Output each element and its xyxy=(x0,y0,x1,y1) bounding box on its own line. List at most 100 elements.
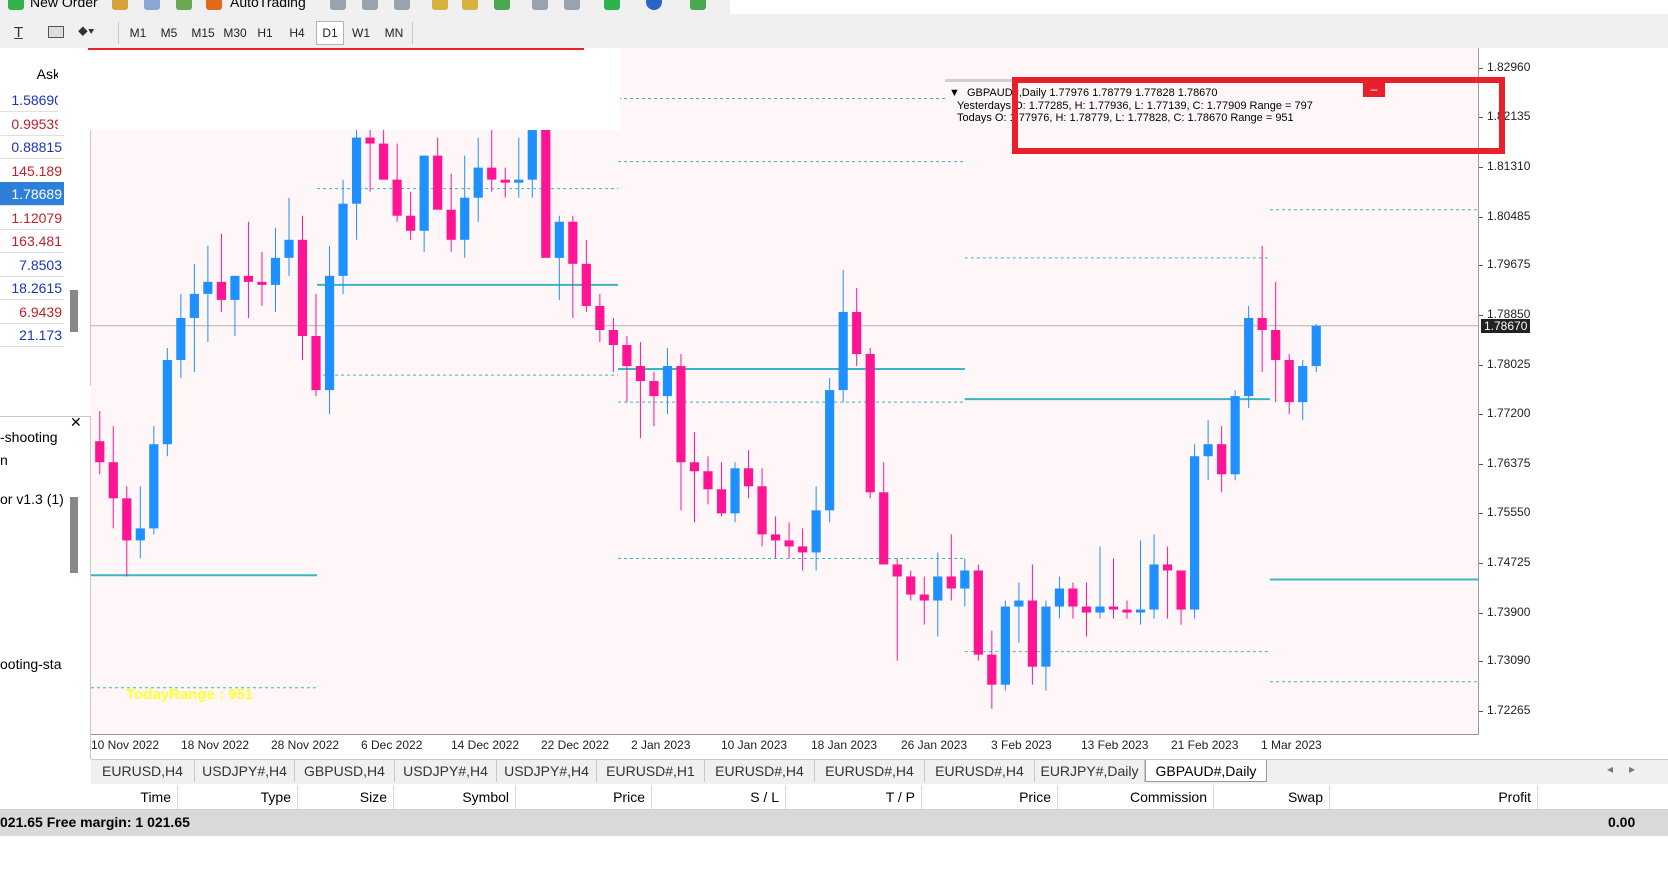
candle-body xyxy=(135,528,145,541)
collapse-arrow-icon[interactable]: ▼ xyxy=(949,87,960,99)
candle-body xyxy=(1095,606,1105,613)
chart-tab[interactable]: EURUSD#,H4 xyxy=(815,760,925,782)
navigator-item[interactable]: -shooting xyxy=(0,429,58,445)
terminal-column-t-p[interactable]: T / P xyxy=(786,785,922,809)
chart-tab[interactable]: EURUSD#,H1 xyxy=(597,760,705,782)
line-chart-icon[interactable] xyxy=(394,0,410,10)
chart-tab[interactable]: EURUSD,H4 xyxy=(91,760,195,782)
time-tick-label: 13 Feb 2023 xyxy=(1081,738,1149,752)
terminal-column-price[interactable]: Price xyxy=(922,785,1058,809)
text-tool-icon[interactable]: T̲ xyxy=(14,24,23,41)
market-watch-scrollbar[interactable] xyxy=(70,290,78,332)
autoscroll-icon[interactable] xyxy=(564,0,580,10)
chart-tab[interactable]: USDJPY#,H4 xyxy=(195,760,295,782)
candle-body xyxy=(716,489,727,514)
price-tick-mark xyxy=(1479,364,1483,366)
terminal-column-symbol[interactable]: Symbol xyxy=(394,785,516,809)
new-order-button[interactable]: New Order xyxy=(30,0,98,10)
candle-body xyxy=(987,654,997,685)
market-watch-row[interactable]: 1.58690 xyxy=(0,88,64,112)
terminal-column-price[interactable]: Price xyxy=(516,785,652,809)
price-tick-mark xyxy=(1479,414,1483,416)
market-watch-row[interactable]: 21.173 xyxy=(0,323,64,347)
zoom-out-icon[interactable] xyxy=(462,0,478,10)
terminal-column-commission[interactable]: Commission xyxy=(1058,785,1214,809)
bar-chart-icon[interactable] xyxy=(330,0,346,10)
candle-body xyxy=(257,281,267,285)
time-tick-label: 22 Dec 2022 xyxy=(541,738,610,752)
timeframe-button-m30[interactable]: M30 xyxy=(220,22,250,44)
market-watch-row[interactable]: 163.481 xyxy=(0,229,64,253)
candle-body xyxy=(419,155,429,231)
timeframe-button-m1[interactable]: M1 xyxy=(126,22,150,44)
timeframe-button-m15[interactable]: M15 xyxy=(188,22,218,44)
label-tool-icon[interactable] xyxy=(48,26,64,38)
market-watch-row[interactable]: 145.189 xyxy=(0,159,64,183)
navigator-item[interactable]: or v1.3 (1) xyxy=(0,491,64,507)
terminal-column-type[interactable]: Type xyxy=(178,785,298,809)
close-icon[interactable]: ✕ xyxy=(70,414,82,431)
timeframe-button-m5[interactable]: M5 xyxy=(156,22,182,44)
ask-column-header[interactable]: Ask xyxy=(0,62,62,86)
chart-tab[interactable]: GBPAUD#,Daily xyxy=(1145,760,1267,782)
chart-tab[interactable]: USDJPY#,H4 xyxy=(497,760,597,782)
timeframe-button-w1[interactable]: W1 xyxy=(348,22,374,44)
chart-tab[interactable]: USDJPY#,H4 xyxy=(395,760,497,782)
market-watch-row[interactable]: 0.99539 xyxy=(0,112,64,136)
terminal-column-s-l[interactable]: S / L xyxy=(652,785,786,809)
auto-trading-button[interactable]: AutoTrading xyxy=(230,0,306,10)
terminal-column-time[interactable]: Time xyxy=(0,785,178,809)
market-watch-row[interactable]: 6.9439 xyxy=(0,300,64,324)
candle-body xyxy=(1068,588,1078,607)
templates-icon[interactable] xyxy=(690,0,706,10)
candle-body xyxy=(1081,606,1092,613)
metaeditor-icon[interactable] xyxy=(112,0,128,10)
navigator-item[interactable]: n xyxy=(0,452,8,468)
chart-top-marker xyxy=(88,48,584,50)
market-watch-row[interactable]: 0.88815 xyxy=(0,135,64,159)
zoom-in-icon[interactable] xyxy=(432,0,448,10)
highlight-frame xyxy=(1012,77,1505,154)
today-range-label: TodayRange : 951 xyxy=(126,686,254,703)
timeframe-button-d1[interactable]: D1 xyxy=(316,21,344,45)
terminal-column-swap[interactable]: Swap xyxy=(1214,785,1330,809)
candle-body xyxy=(1176,570,1186,610)
navigator-item[interactable]: ooting-sta xyxy=(0,656,61,672)
chart-tab[interactable]: EURUSD#,H4 xyxy=(925,760,1035,782)
chart-tab[interactable]: GBPUSD,H4 xyxy=(295,760,395,782)
chart-shift-icon[interactable] xyxy=(532,0,548,10)
signals-icon[interactable] xyxy=(176,0,192,10)
price-tick-label: 1.81310 xyxy=(1487,159,1531,174)
candle-body xyxy=(1298,366,1308,403)
timeframe-button-h1[interactable]: H1 xyxy=(252,22,278,44)
terminal-column-profit[interactable]: Profit xyxy=(1330,785,1538,809)
market-icon[interactable] xyxy=(144,0,160,10)
time-tick-label: 2 Jan 2023 xyxy=(631,738,691,752)
chart-tab[interactable]: EURJPY#,Daily xyxy=(1035,760,1145,782)
candle-body xyxy=(1108,606,1119,610)
terminal-column-size[interactable]: Size xyxy=(298,785,394,809)
new-order-icon[interactable] xyxy=(8,0,24,10)
tile-windows-icon[interactable] xyxy=(494,0,510,10)
market-watch-row[interactable]: 1.78689 xyxy=(0,182,64,206)
timeframe-button-mn[interactable]: MN xyxy=(380,22,408,44)
indicators-icon[interactable] xyxy=(604,0,620,10)
arrows-tool-icon[interactable]: ⬥▾ xyxy=(78,22,95,39)
chart-tab[interactable]: EURUSD#,H4 xyxy=(705,760,815,782)
market-watch-row[interactable]: 7.8503 xyxy=(0,253,64,277)
periods-icon[interactable] xyxy=(646,0,662,10)
price-tick-mark xyxy=(1479,463,1483,465)
market-watch-row[interactable]: 18.2615 xyxy=(0,276,64,300)
price-tick-mark xyxy=(1479,67,1483,69)
tab-scroll-right-icon[interactable]: ▸ xyxy=(1629,762,1635,776)
market-watch-row[interactable]: 1.12079 xyxy=(0,206,64,230)
price-tick-label: 1.78025 xyxy=(1487,356,1531,371)
auto-trading-icon[interactable] xyxy=(206,0,222,10)
candle-body xyxy=(703,471,713,490)
candle-body xyxy=(622,345,632,367)
candle-body xyxy=(595,305,605,330)
tab-scroll-left-icon[interactable]: ◂ xyxy=(1607,762,1613,776)
candle-chart-icon[interactable] xyxy=(362,0,378,10)
navigator-scrollbar[interactable] xyxy=(70,497,78,573)
timeframe-button-h4[interactable]: H4 xyxy=(284,22,310,44)
